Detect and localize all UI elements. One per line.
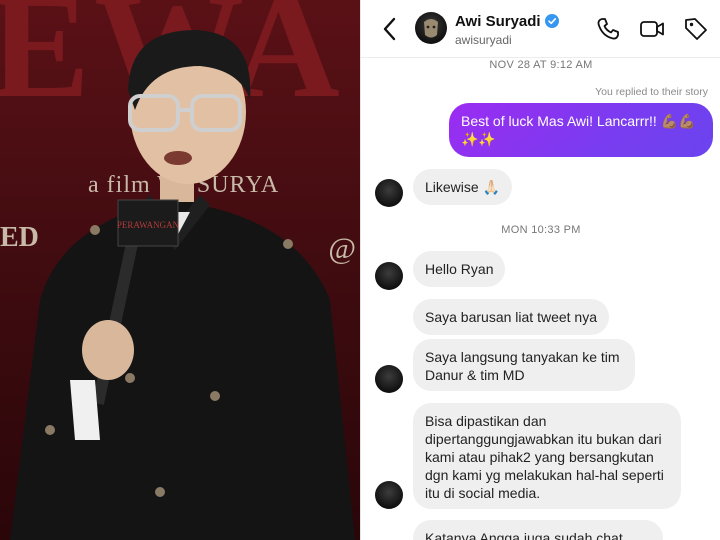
incoming-message[interactable]: Likewise 🙏🏻	[413, 169, 513, 205]
sender-avatar[interactable]	[375, 262, 403, 290]
dm-conversation: Awi Suryadi awisuryadi NOV 28 AT 9:12 AM…	[360, 0, 720, 540]
incoming-message[interactable]: Katanya Angga juga sudah chat	[413, 520, 663, 540]
back-icon[interactable]	[379, 16, 401, 42]
verified-icon	[544, 14, 559, 28]
timestamp: NOV 28 AT 9:12 AM	[489, 59, 593, 71]
phone-icon[interactable]	[595, 16, 621, 42]
header-avatar[interactable]	[415, 12, 447, 44]
incoming-message[interactable]: Hello Ryan	[413, 251, 506, 287]
sender-avatar[interactable]	[375, 365, 403, 393]
contact-handle[interactable]: awisuryadi	[455, 33, 512, 47]
timestamp: MON 10:33 PM	[501, 224, 581, 236]
chat-header: Awi Suryadi awisuryadi	[361, 0, 720, 58]
speaker-illustration: PERAWANGAN	[10, 30, 355, 540]
contact-name[interactable]: Awi Suryadi	[455, 13, 559, 30]
sender-avatar[interactable]	[375, 179, 403, 207]
incoming-message[interactable]: Saya barusan liat tweet nya	[413, 299, 609, 335]
sender-avatar[interactable]	[375, 481, 403, 509]
outgoing-message[interactable]: Best of luck Mas Awi! Lancarrr!! 💪🏽💪🏽✨✨	[449, 103, 713, 157]
tag-icon[interactable]	[683, 16, 709, 42]
contact-name-text[interactable]: Awi Suryadi	[455, 13, 541, 30]
story-reply-note: You replied to their story	[595, 86, 708, 98]
incoming-message[interactable]: Saya langsung tanyakan ke tim Danur & ti…	[413, 339, 635, 391]
incoming-message[interactable]: Bisa dipastikan dan dipertanggungjawabka…	[413, 403, 681, 509]
video-icon[interactable]	[639, 16, 665, 42]
mic-flag-label: PERAWANGAN	[117, 220, 180, 230]
photo-panel: EWA a film WI SURYA ED @ PERAWANGAN	[0, 0, 360, 540]
